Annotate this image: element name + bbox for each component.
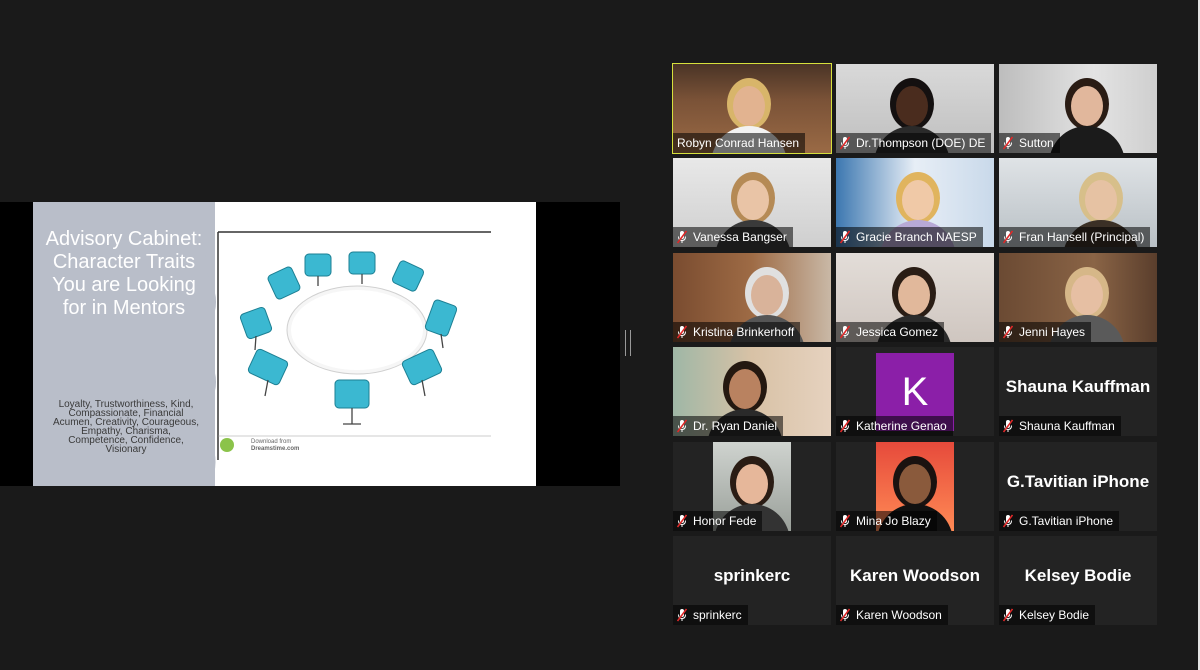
slide-traits-list: Loyalty, Trustworthiness, Kind, Compassi… bbox=[53, 399, 199, 455]
participant-name: Vanessa Bangser bbox=[693, 230, 787, 244]
muted-mic-icon bbox=[1003, 608, 1013, 622]
participant-tile[interactable]: Sutton bbox=[999, 64, 1157, 153]
participant-tile[interactable]: Vanessa Bangser bbox=[673, 158, 831, 247]
name-label: Robyn Conrad Hansen bbox=[673, 133, 806, 153]
participant-name: Shauna Kauffman bbox=[1019, 419, 1115, 433]
participant-tile[interactable]: Robyn Conrad Hansen bbox=[672, 63, 832, 154]
slide-title: Advisory Cabinet: Character Traits You a… bbox=[45, 228, 203, 319]
name-label: G.Tavitian iPhone bbox=[999, 511, 1120, 531]
name-label: Dr.Thompson (DOE) DE bbox=[836, 133, 992, 153]
participant-tile[interactable]: Kelsey Bodie Kelsey Bodie bbox=[999, 536, 1157, 625]
muted-mic-icon bbox=[840, 514, 850, 528]
name-label: Kelsey Bodie bbox=[999, 605, 1096, 625]
participant-name: Jessica Gomez bbox=[856, 325, 939, 339]
name-label: sprinkerc bbox=[673, 605, 748, 625]
conference-table-image bbox=[217, 231, 491, 460]
participant-face bbox=[1071, 86, 1103, 126]
participant-tile[interactable]: Dr. Ryan Daniel bbox=[673, 347, 831, 436]
name-label: Katherine Genao bbox=[836, 416, 953, 436]
dreamstime-logo-icon bbox=[220, 438, 234, 452]
participant-name: Robyn Conrad Hansen bbox=[677, 136, 800, 150]
muted-mic-icon bbox=[1003, 419, 1013, 433]
name-label: Fran Hansell (Principal) bbox=[999, 227, 1151, 247]
participant-name: Dr.Thompson (DOE) DE bbox=[856, 136, 986, 150]
name-label: Mina Jo Blazy bbox=[836, 511, 937, 531]
participant-tile[interactable]: Honor Fede bbox=[673, 442, 831, 531]
name-label: Jessica Gomez bbox=[836, 322, 945, 342]
participant-name: Fran Hansell (Principal) bbox=[1019, 230, 1145, 244]
participant-tile[interactable]: Fran Hansell (Principal) bbox=[999, 158, 1157, 247]
muted-mic-icon bbox=[840, 419, 850, 433]
participant-face bbox=[899, 464, 931, 504]
participant-tile[interactable]: Gracie Branch NAESP bbox=[836, 158, 994, 247]
muted-mic-icon bbox=[1003, 514, 1013, 528]
participant-tile[interactable]: G.Tavitian iPhone G.Tavitian iPhone bbox=[999, 442, 1157, 531]
participant-name: Honor Fede bbox=[693, 514, 757, 528]
muted-mic-icon bbox=[677, 230, 687, 244]
participant-tile[interactable]: K Katherine Genao bbox=[836, 347, 994, 436]
panel-splitter-handle[interactable] bbox=[625, 330, 631, 356]
participant-name: Sutton bbox=[1019, 136, 1054, 150]
participant-name: Mina Jo Blazy bbox=[856, 514, 931, 528]
participant-tile[interactable]: Mina Jo Blazy bbox=[836, 442, 994, 531]
participant-display-name: G.Tavitian iPhone bbox=[1006, 472, 1150, 491]
participant-tile[interactable]: Shauna Kauffman Shauna Kauffman bbox=[999, 347, 1157, 436]
participant-tile[interactable]: Kristina Brinkerhoff bbox=[673, 253, 831, 342]
muted-mic-icon bbox=[1003, 325, 1013, 339]
name-label: Kristina Brinkerhoff bbox=[673, 322, 801, 342]
presentation-slide: Advisory Cabinet: Character Traits You a… bbox=[33, 202, 536, 486]
participant-name: Jenni Hayes bbox=[1019, 325, 1086, 339]
muted-mic-icon bbox=[840, 325, 850, 339]
download-line-2: Dreamstime.com bbox=[251, 446, 300, 452]
participant-face bbox=[736, 464, 768, 504]
participant-face bbox=[1071, 275, 1103, 315]
name-label: Honor Fede bbox=[673, 511, 763, 531]
muted-mic-icon bbox=[677, 325, 687, 339]
download-line-1: Download from bbox=[251, 439, 292, 445]
shared-screen: Advisory Cabinet: Character Traits You a… bbox=[0, 202, 620, 486]
participant-name: Karen Woodson bbox=[856, 608, 942, 622]
participant-face bbox=[729, 369, 761, 409]
name-label: Gracie Branch NAESP bbox=[836, 227, 983, 247]
participant-face bbox=[737, 180, 769, 220]
participant-face bbox=[1085, 180, 1117, 220]
participant-shoulders bbox=[1049, 126, 1125, 153]
participant-tile[interactable]: Jessica Gomez bbox=[836, 253, 994, 342]
participant-face bbox=[898, 275, 930, 315]
participant-name: Dr. Ryan Daniel bbox=[693, 419, 778, 433]
participant-name: Gracie Branch NAESP bbox=[856, 230, 977, 244]
participant-name: sprinkerc bbox=[693, 608, 742, 622]
name-label: Vanessa Bangser bbox=[673, 227, 793, 247]
name-label: Dr. Ryan Daniel bbox=[673, 416, 784, 436]
participant-display-name: sprinkerc bbox=[713, 566, 791, 585]
participant-tile[interactable]: Karen Woodson Karen Woodson bbox=[836, 536, 994, 625]
participant-tile[interactable]: sprinkerc sprinkerc bbox=[673, 536, 831, 625]
participant-face bbox=[751, 275, 783, 315]
participant-name: G.Tavitian iPhone bbox=[1019, 514, 1114, 528]
participant-face bbox=[902, 180, 934, 220]
participant-display-name: Karen Woodson bbox=[849, 566, 981, 585]
participant-name: Kelsey Bodie bbox=[1019, 608, 1090, 622]
participant-face bbox=[896, 86, 928, 126]
name-label: Shauna Kauffman bbox=[999, 416, 1121, 436]
muted-mic-icon bbox=[677, 419, 687, 433]
muted-mic-icon bbox=[840, 608, 850, 622]
participant-face bbox=[733, 86, 765, 126]
participant-tile[interactable]: Jenni Hayes bbox=[999, 253, 1157, 342]
participant-tile[interactable]: Dr.Thompson (DOE) DE bbox=[836, 64, 994, 153]
name-label: Karen Woodson bbox=[836, 605, 948, 625]
participant-display-name: Kelsey Bodie bbox=[1024, 566, 1132, 585]
participant-name: Katherine Genao bbox=[856, 419, 947, 433]
download-credit: Download from Dreamstime.com bbox=[251, 439, 299, 453]
muted-mic-icon bbox=[677, 514, 687, 528]
muted-mic-icon bbox=[840, 136, 850, 150]
name-label: Sutton bbox=[999, 133, 1060, 153]
muted-mic-icon bbox=[677, 608, 687, 622]
muted-mic-icon bbox=[1003, 230, 1013, 244]
muted-mic-icon bbox=[1003, 136, 1013, 150]
name-label: Jenni Hayes bbox=[999, 322, 1092, 342]
participant-name: Kristina Brinkerhoff bbox=[693, 325, 795, 339]
muted-mic-icon bbox=[840, 230, 850, 244]
participant-display-name: Shauna Kauffman bbox=[1005, 377, 1151, 396]
